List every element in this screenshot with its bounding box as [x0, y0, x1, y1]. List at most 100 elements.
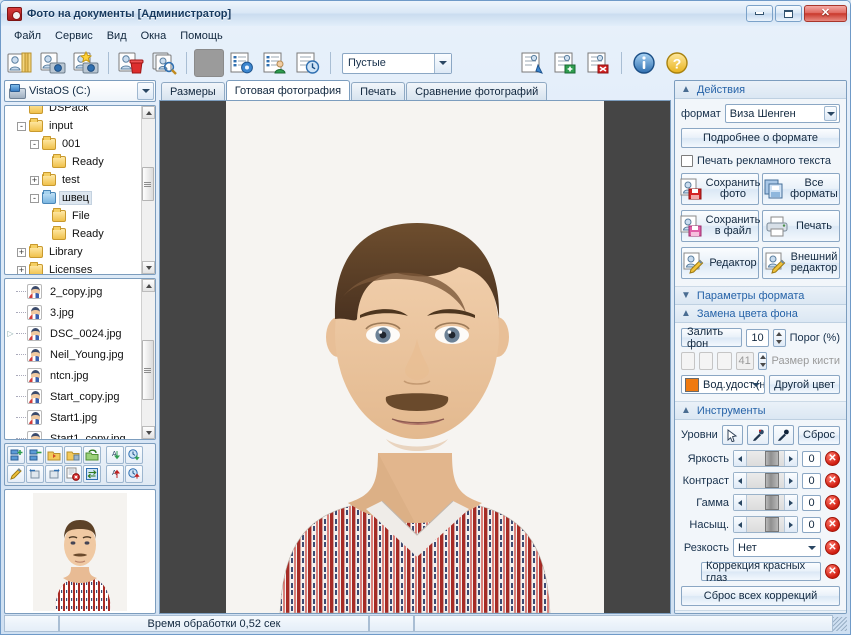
remove-list-button[interactable] [584, 49, 614, 77]
info-button[interactable] [629, 49, 659, 77]
close-button[interactable]: ✕ [804, 5, 847, 22]
menu-windows[interactable]: Окна [134, 28, 174, 44]
save-to-file-button[interactable]: Сохранить в файл [681, 210, 759, 242]
tab-compare[interactable]: Сравнение фотографий [406, 82, 547, 100]
list-item[interactable]: Start_copy.jpg [5, 386, 141, 407]
folder-tree-scrollbar[interactable] [141, 106, 155, 274]
contrast-value[interactable]: 0 [802, 473, 821, 489]
collapse-icon[interactable]: - [30, 140, 39, 149]
slider-thumb[interactable] [765, 451, 779, 466]
maximize-button[interactable] [775, 5, 802, 22]
tree-item[interactable]: - 001 [5, 135, 141, 153]
new-photo-button[interactable] [71, 49, 101, 77]
chevron-down-icon[interactable] [434, 54, 451, 73]
slider-track[interactable] [747, 473, 784, 488]
tree-item-shvets[interactable]: - швец [5, 189, 141, 207]
gamma-slider[interactable] [733, 494, 798, 511]
expand-icon[interactable]: + [17, 248, 26, 257]
scroll-up-button[interactable] [142, 106, 155, 119]
saturation-slider[interactable] [733, 516, 798, 533]
list-item[interactable]: ntcn.jpg [5, 365, 141, 386]
resize-grip-icon[interactable] [833, 617, 847, 631]
brush-size-input[interactable]: 41 [736, 352, 754, 370]
section-header-tools[interactable]: ▲ Инструменты [675, 402, 846, 420]
refresh-folder-button[interactable] [83, 446, 101, 464]
delete-photo-button[interactable] [116, 49, 146, 77]
slider-right-arrow[interactable] [784, 495, 797, 510]
pointer-tool[interactable] [722, 425, 743, 445]
levels-reset-button[interactable]: Сброс [798, 426, 840, 445]
chevron-up-icon[interactable]: ▲ [681, 405, 691, 416]
all-formats-button[interactable]: Все форматы [762, 173, 840, 205]
more-about-format-button[interactable]: Подробнее о формате [681, 128, 840, 148]
minimize-button[interactable] [746, 5, 773, 22]
slider-track[interactable] [747, 517, 784, 532]
tree-item[interactable]: + test [5, 171, 141, 189]
list-item[interactable]: Neil_Young.jpg [5, 344, 141, 365]
section-header-actions[interactable]: ▲ Действия [675, 81, 846, 99]
expand-icon[interactable]: + [17, 266, 26, 275]
sort-ascending-button[interactable]: A [106, 446, 124, 464]
scroll-thumb[interactable] [142, 340, 154, 400]
collapse-icon[interactable]: - [30, 194, 39, 203]
red-eye-reset-icon[interactable]: ✕ [825, 564, 840, 579]
other-color-button[interactable]: Другой цвет [769, 375, 840, 394]
brightness-value[interactable]: 0 [802, 451, 821, 467]
collapse-icon[interactable]: - [17, 122, 26, 131]
settings-list-button[interactable] [227, 49, 257, 77]
slider-right-arrow[interactable] [784, 517, 797, 532]
black-point-eyedropper[interactable] [773, 425, 794, 445]
person-list-button[interactable] [260, 49, 290, 77]
drive-selector[interactable]: VistaOS (C:) [4, 80, 156, 102]
chevron-up-icon[interactable]: ▲ [681, 84, 691, 95]
open-folder-button[interactable] [45, 446, 63, 464]
save-photo-button[interactable]: Сохранить фото [681, 173, 759, 205]
tree-item[interactable]: DSPack [5, 106, 141, 117]
select-list-button[interactable] [518, 49, 548, 77]
reset-all-button[interactable]: Сброс всех коррекций [681, 586, 840, 606]
tab-sizes[interactable]: Размеры [161, 82, 225, 100]
expand-icon[interactable]: ▷ [5, 329, 16, 338]
threshold-input[interactable]: 10 [746, 329, 769, 347]
red-eye-button[interactable]: Коррекция красных глаз [701, 562, 821, 581]
tree-item[interactable]: - input [5, 117, 141, 135]
scroll-track[interactable] [142, 119, 156, 261]
chevron-down-icon[interactable]: ▼ [681, 290, 691, 301]
ad-text-row[interactable]: Печать рекламного текста [681, 155, 840, 167]
find-photo-button[interactable] [149, 49, 179, 77]
saturation-reset-icon[interactable]: ✕ [825, 517, 840, 532]
brightness-reset-icon[interactable]: ✕ [825, 451, 840, 466]
slider-track[interactable] [747, 495, 784, 510]
slider-left-arrow[interactable] [734, 451, 747, 466]
print-button[interactable]: Печать [762, 210, 840, 242]
color-swatch-button[interactable] [194, 49, 224, 77]
sort-descending-button[interactable]: A [106, 465, 124, 483]
white-point-eyedropper[interactable] [747, 425, 768, 445]
threshold-spinner[interactable] [773, 329, 786, 347]
history-list-button[interactable] [293, 49, 323, 77]
menu-service[interactable]: Сервис [48, 28, 100, 44]
section-header-format-params[interactable]: ▼ Параметры формата [675, 287, 846, 305]
delete-file-button[interactable] [64, 465, 82, 483]
chevron-up-icon[interactable]: ▲ [681, 308, 691, 319]
fill-background-button[interactable]: Залить фон [681, 328, 742, 347]
brush-size-spinner[interactable] [758, 352, 768, 370]
ad-text-checkbox[interactable] [681, 155, 693, 167]
file-list[interactable]: 2_copy.jpg 3.jpg ▷DSC_0024.jpg Neil_Youn… [4, 278, 156, 440]
tree-item[interactable]: File [5, 207, 141, 225]
tree-item[interactable]: Ready [5, 153, 141, 171]
scroll-thumb[interactable] [142, 167, 154, 201]
rotate-left-button[interactable] [26, 465, 44, 483]
slider-track[interactable] [747, 451, 784, 466]
chevron-down-icon[interactable] [748, 377, 763, 392]
list-item[interactable]: Start1_copy.jpg [5, 428, 141, 439]
slider-left-arrow[interactable] [734, 495, 747, 510]
list-item[interactable]: 3.jpg [5, 302, 141, 323]
gamma-reset-icon[interactable]: ✕ [825, 495, 840, 510]
scroll-up-button[interactable] [142, 279, 155, 292]
tab-print[interactable]: Печать [351, 82, 405, 100]
drive-chevron-down-icon[interactable] [137, 82, 154, 100]
rename-button[interactable] [7, 465, 25, 483]
brush-tool-3[interactable] [717, 352, 731, 370]
list-item[interactable]: Start1.jpg [5, 407, 141, 428]
